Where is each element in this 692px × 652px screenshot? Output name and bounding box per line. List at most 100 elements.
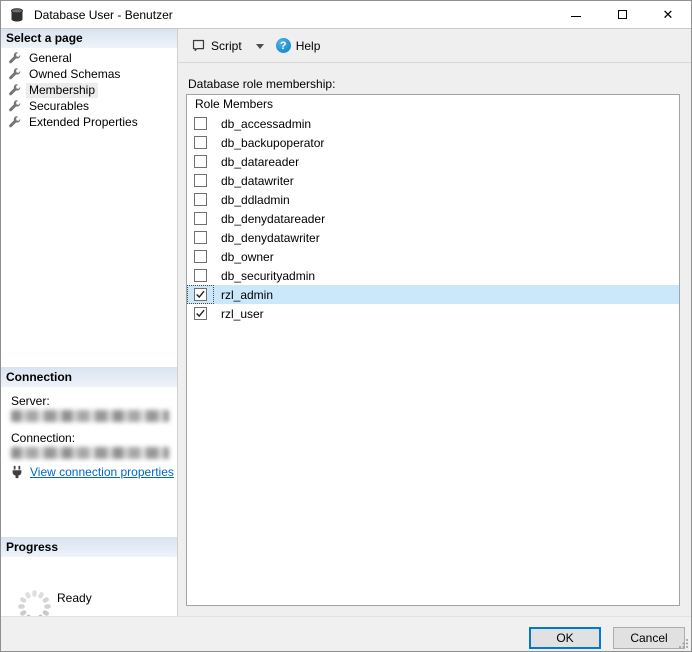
role-checkbox[interactable] bbox=[194, 193, 207, 206]
sidebar: Select a page General Owned Schemas Memb… bbox=[1, 29, 178, 623]
role-member-row[interactable]: rzl_user bbox=[187, 304, 679, 323]
role-checkbox[interactable] bbox=[194, 269, 207, 282]
role-member-label: db_accessadmin bbox=[221, 116, 312, 131]
sidebar-page-label: Owned Schemas bbox=[29, 66, 121, 81]
sidebar-page-item[interactable]: Owned Schemas bbox=[1, 66, 177, 82]
ok-button[interactable]: OK bbox=[529, 627, 601, 649]
checkmark-icon bbox=[196, 290, 205, 299]
role-member-label: db_securityadmin bbox=[221, 268, 316, 283]
main-panel: Script ? Help Database role membership: … bbox=[178, 29, 691, 616]
role-member-label: db_owner bbox=[221, 249, 274, 264]
checkbox-cell bbox=[187, 190, 214, 209]
titlebar: Database User - Benutzer ✕ bbox=[1, 1, 691, 29]
maximize-button[interactable] bbox=[599, 1, 645, 28]
footer-bar: OK Cancel bbox=[1, 616, 691, 651]
progress-header: Progress bbox=[1, 537, 177, 557]
checkbox-cell bbox=[187, 152, 214, 171]
connection-section: Server: Connection: View connection prop… bbox=[1, 389, 177, 537]
role-member-label: db_datawriter bbox=[221, 173, 294, 188]
checkbox-cell bbox=[187, 228, 214, 247]
role-member-row[interactable]: db_ddladmin bbox=[187, 190, 679, 209]
sidebar-page-item[interactable]: General bbox=[1, 50, 177, 66]
minimize-button[interactable] bbox=[553, 1, 599, 28]
dialog-window: Database User - Benutzer ✕ Select a page… bbox=[0, 0, 692, 652]
sidebar-pages: General Owned Schemas Membership Securab… bbox=[1, 50, 177, 130]
role-member-label: db_denydatawriter bbox=[221, 230, 320, 245]
role-checkbox[interactable] bbox=[194, 288, 207, 301]
sidebar-page-item[interactable]: Membership bbox=[1, 82, 177, 98]
cancel-button[interactable]: Cancel bbox=[613, 627, 685, 649]
resize-grip[interactable] bbox=[678, 638, 689, 649]
wrench-icon bbox=[8, 115, 21, 129]
script-label: Script bbox=[211, 38, 242, 53]
role-members-list[interactable]: Role Members db_accessadmin db_backupope… bbox=[186, 94, 680, 606]
plug-icon bbox=[10, 465, 24, 479]
role-member-label: db_denydatareader bbox=[221, 211, 326, 226]
connection-value-redacted bbox=[11, 447, 169, 459]
role-checkbox[interactable] bbox=[194, 212, 207, 225]
checkbox-cell bbox=[187, 304, 214, 323]
role-member-row[interactable]: db_datareader bbox=[187, 152, 679, 171]
role-member-row[interactable]: db_securityadmin bbox=[187, 266, 679, 285]
role-checkbox[interactable] bbox=[194, 250, 207, 263]
checkbox-cell bbox=[187, 171, 214, 190]
progress-status: Ready bbox=[57, 591, 92, 605]
role-member-row[interactable]: db_owner bbox=[187, 247, 679, 266]
help-icon: ? bbox=[275, 38, 291, 53]
checkbox-cell bbox=[187, 114, 214, 133]
window-title: Database User - Benutzer bbox=[34, 7, 173, 22]
wrench-icon bbox=[8, 51, 21, 65]
role-checkbox[interactable] bbox=[194, 231, 207, 244]
role-checkbox[interactable] bbox=[194, 174, 207, 187]
sidebar-page-label: Membership bbox=[26, 82, 99, 98]
membership-label: Database role membership: bbox=[188, 77, 336, 91]
script-dropdown-button[interactable] bbox=[249, 35, 269, 57]
wrench-icon bbox=[8, 67, 21, 81]
script-icon bbox=[191, 38, 206, 53]
role-member-label: db_backupoperator bbox=[221, 135, 325, 150]
checkbox-cell bbox=[187, 247, 214, 266]
role-member-label: db_ddladmin bbox=[221, 192, 290, 207]
role-checkbox[interactable] bbox=[194, 155, 207, 168]
role-member-row[interactable]: db_denydatawriter bbox=[187, 228, 679, 247]
server-value-redacted bbox=[11, 410, 169, 422]
script-button[interactable]: Script bbox=[186, 34, 247, 57]
checkbox-cell bbox=[187, 285, 214, 304]
help-button[interactable]: ? Help bbox=[271, 34, 326, 57]
sidebar-page-label: General bbox=[29, 50, 72, 65]
checkbox-cell bbox=[187, 133, 214, 152]
role-member-label: rzl_admin bbox=[221, 287, 274, 302]
close-icon: ✕ bbox=[662, 7, 674, 22]
wrench-icon bbox=[8, 99, 21, 113]
maximize-icon bbox=[617, 10, 627, 19]
role-member-row[interactable]: db_backupoperator bbox=[187, 133, 679, 152]
window-controls: ✕ bbox=[553, 1, 691, 28]
select-a-page-header: Select a page bbox=[1, 29, 177, 48]
sidebar-page-label: Securables bbox=[29, 98, 90, 113]
list-column-header: Role Members bbox=[195, 97, 274, 111]
sidebar-page-label: Extended Properties bbox=[29, 114, 138, 129]
role-checkbox[interactable] bbox=[194, 136, 207, 149]
close-button[interactable]: ✕ bbox=[645, 1, 691, 28]
wrench-icon bbox=[8, 83, 21, 97]
checkbox-cell bbox=[187, 266, 214, 285]
role-checkbox[interactable] bbox=[194, 307, 207, 320]
database-icon bbox=[9, 7, 25, 23]
role-member-row[interactable]: db_denydatareader bbox=[187, 209, 679, 228]
sidebar-page-item[interactable]: Securables bbox=[1, 98, 177, 114]
role-member-label: db_datareader bbox=[221, 154, 300, 169]
role-member-label: rzl_user bbox=[221, 306, 264, 321]
view-connection-properties-row: View connection properties bbox=[10, 465, 174, 479]
minimize-icon bbox=[571, 16, 581, 17]
checkmark-icon bbox=[196, 309, 205, 318]
toolbar: Script ? Help bbox=[178, 29, 691, 63]
role-member-row[interactable]: rzl_admin bbox=[187, 285, 679, 304]
connection-header: Connection bbox=[1, 367, 177, 387]
role-member-row[interactable]: db_datawriter bbox=[187, 171, 679, 190]
role-checkbox[interactable] bbox=[194, 117, 207, 130]
sidebar-page-item[interactable]: Extended Properties bbox=[1, 114, 177, 130]
checkbox-cell bbox=[187, 209, 214, 228]
view-connection-properties-link[interactable]: View connection properties bbox=[30, 465, 174, 479]
role-member-row[interactable]: db_accessadmin bbox=[187, 114, 679, 133]
server-label: Server: bbox=[11, 394, 50, 408]
